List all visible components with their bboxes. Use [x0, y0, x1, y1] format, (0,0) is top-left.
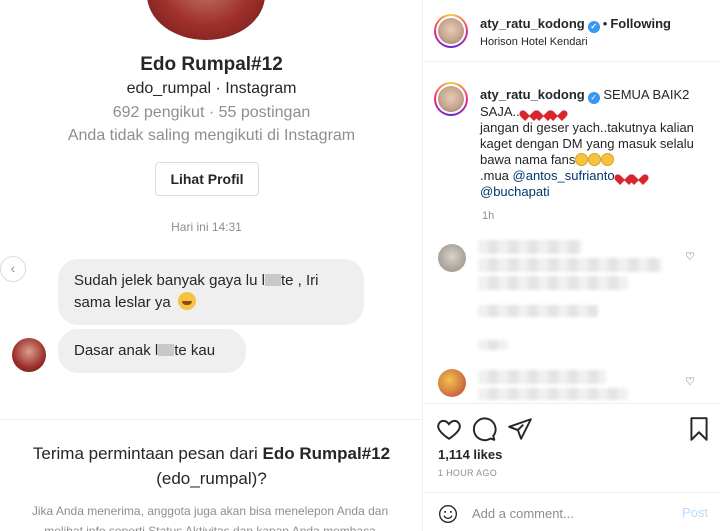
author-avatar[interactable]: [434, 14, 468, 48]
request-name: Edo Rumpal#12: [262, 444, 391, 463]
blurred-comment: [478, 370, 606, 384]
verified-icon: ✓: [587, 21, 600, 33]
verified-icon: ✓: [587, 92, 600, 104]
blurred-comment: [478, 305, 598, 317]
dm-profile-avatar: [147, 0, 265, 40]
heart-icon[interactable]: ♡: [684, 251, 696, 263]
mention-link[interactable]: @buchapati: [480, 184, 550, 199]
divider: [0, 419, 422, 420]
blurred-comment: [478, 388, 628, 400]
caption-text: aty_ratu_kodong ✓ SEMUA BAIK2 SAJA... jan…: [480, 87, 712, 200]
dm-profile-handle: edo_rumpal · Instagram: [126, 80, 297, 97]
censor-block: [158, 344, 175, 356]
post-actions: 1,114 likes 1 HOUR AGO Post: [424, 403, 720, 531]
caption-avatar[interactable]: [434, 82, 468, 116]
request-handle: (edo_rumpal)?: [156, 469, 267, 488]
dm-message-text: te , Iri: [280, 272, 319, 289]
caption-username[interactable]: aty_ratu_kodong: [480, 87, 585, 102]
chevron-left-icon[interactable]: ‹: [0, 256, 26, 282]
dm-message-text: sama leslar ya: [74, 294, 171, 311]
censor-block: [264, 274, 281, 286]
smile-emoji-icon: [575, 153, 589, 166]
dm-follow-status: Anda tidak saling mengikuti di Instagram: [67, 127, 356, 144]
smile-emoji-icon: [601, 153, 615, 166]
request-prefix: Terima permintaan pesan dari: [32, 444, 263, 463]
blurred-comment: [478, 258, 662, 272]
dm-message-text: Sudah jelek banyak gaya lu l: [74, 272, 265, 289]
smile-emoji-icon: [588, 153, 602, 166]
dm-message-text: te kau: [174, 342, 216, 359]
dm-timestamp: Hari ini 14:31: [171, 220, 242, 234]
share-icon[interactable]: [507, 416, 533, 442]
post-header: aty_ratu_kodong ✓ • Following Horison Hotel…: [424, 0, 720, 62]
author-username[interactable]: aty_ratu_kodong: [480, 16, 585, 31]
heart-icon[interactable]: [436, 416, 462, 442]
comment-icon[interactable]: [471, 416, 497, 442]
caption-mua: .mua: [480, 168, 513, 183]
mention-link[interactable]: @antos_sufrianto: [513, 168, 615, 183]
author-line: aty_ratu_kodong ✓ • Following: [480, 16, 671, 33]
likes-count[interactable]: 1,114 likes: [438, 447, 502, 462]
commenter-avatar[interactable]: [438, 244, 466, 272]
message-request-body: Jika Anda menerima, anggota juga akan bi…: [31, 504, 389, 531]
heart-icon[interactable]: ♡: [684, 376, 696, 388]
post-sidebar: aty_ratu_kodong ✓ • Following Horison Hotel…: [424, 0, 720, 531]
blurred-comment: [478, 276, 628, 290]
dm-profile-stats: 692 pengikut · 55 postingan: [112, 104, 311, 121]
following-button[interactable]: Following: [610, 16, 671, 31]
bookmark-icon[interactable]: [686, 416, 712, 442]
message-request-title: Terima permintaan pesan dari Edo Rumpal#…: [0, 441, 422, 491]
view-profile-button: Lihat Profil: [155, 162, 259, 196]
post-image: Edo Rumpal#12 edo_rumpal · Instagram 692…: [0, 0, 423, 531]
laughing-emoji-icon: [177, 292, 196, 310]
heart-emoji-icon: [551, 106, 564, 117]
caption-timestamp[interactable]: 1h: [482, 210, 494, 222]
blurred-comment: [478, 240, 582, 254]
blurred-comment: [478, 340, 508, 350]
dm-profile-name: Edo Rumpal#12: [140, 54, 283, 75]
dm-message-bubble: Dasar anak l te kau: [58, 329, 246, 373]
commenter-avatar[interactable]: [438, 369, 466, 397]
post-location[interactable]: Horison Hotel Kendari: [480, 36, 588, 48]
dm-message-text: Dasar anak l: [74, 342, 159, 359]
dm-message-bubble: Sudah jelek banyak gaya lu l te , Iri sam…: [58, 259, 364, 325]
post-comment-button[interactable]: Post: [682, 505, 708, 520]
add-comment-bar: Post: [424, 492, 720, 531]
post-timestamp[interactable]: 1 HOUR AGO: [438, 468, 497, 478]
dm-sender-avatar: [12, 338, 46, 372]
smile-icon[interactable]: [438, 504, 458, 524]
comment-input[interactable]: [472, 501, 672, 525]
heart-emoji-icon: [632, 170, 645, 181]
